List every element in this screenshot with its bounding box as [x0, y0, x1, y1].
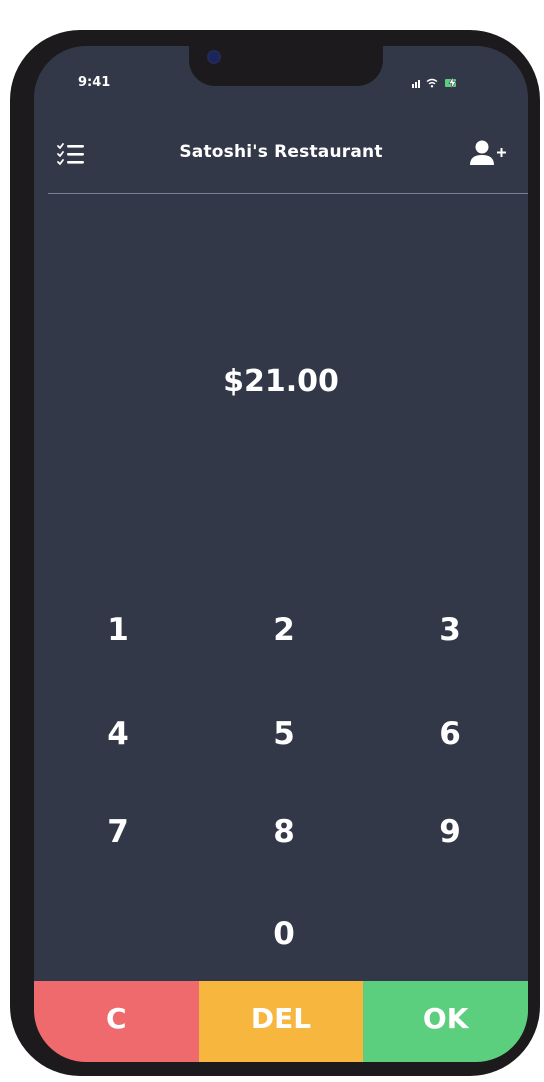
key-3[interactable]: 3	[390, 590, 510, 670]
signal-icon	[412, 79, 420, 88]
header-divider	[48, 193, 528, 194]
numeric-keypad: 1 2 3 4 5 6 7 8 9 0	[34, 586, 528, 986]
add-user-icon[interactable]	[468, 138, 508, 170]
key-1[interactable]: 1	[58, 590, 178, 670]
key-0[interactable]: 0	[224, 894, 344, 974]
delete-button[interactable]: DEL	[198, 981, 364, 1062]
amount-display: $21.00	[223, 364, 339, 399]
status-time: 9:41	[78, 75, 111, 90]
page: 9:41 Satoshi's Restaurant $21.00 1 2 3 4…	[0, 0, 544, 1082]
restaurant-title: Satoshi's Restaurant	[179, 142, 383, 162]
key-2[interactable]: 2	[224, 590, 344, 670]
battery-charging-icon	[444, 77, 460, 89]
key-8[interactable]: 8	[224, 792, 344, 872]
wifi-icon	[426, 78, 438, 88]
key-4[interactable]: 4	[58, 694, 178, 774]
clear-button[interactable]: C	[34, 981, 199, 1062]
camera-icon	[209, 52, 219, 62]
status-icons	[412, 77, 460, 89]
key-6[interactable]: 6	[390, 694, 510, 774]
key-5[interactable]: 5	[224, 694, 344, 774]
key-9[interactable]: 9	[390, 792, 510, 872]
key-7[interactable]: 7	[58, 792, 178, 872]
notch	[189, 46, 383, 86]
action-bar: C DEL OK	[34, 981, 528, 1062]
checklist-menu-icon[interactable]	[56, 140, 86, 170]
app-header: Satoshi's Restaurant	[34, 134, 528, 194]
ok-button[interactable]: OK	[363, 981, 528, 1062]
phone-screen: 9:41 Satoshi's Restaurant $21.00 1 2 3 4…	[34, 46, 528, 1062]
